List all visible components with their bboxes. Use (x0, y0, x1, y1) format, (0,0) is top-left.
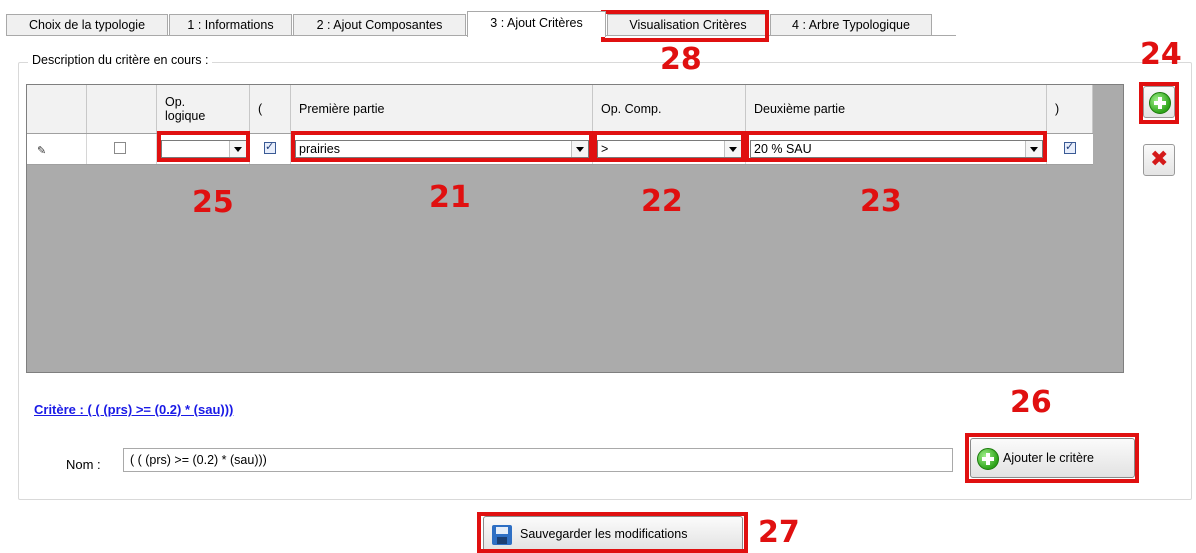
tab-arbre-typologique[interactable]: 4 : Arbre Typologique (770, 14, 932, 36)
open-paren-cell (250, 134, 291, 164)
grid-header: Op. logique ( Première partie Op. Comp. … (27, 85, 1093, 134)
criteria-grid[interactable]: Op. logique ( Première partie Op. Comp. … (26, 84, 1124, 373)
highlight-box-24 (1139, 82, 1179, 124)
row-select-checkbox[interactable] (114, 142, 126, 154)
tab-informations[interactable]: 1 : Informations (169, 14, 292, 36)
annotation-24: 24 (1140, 37, 1182, 72)
highlight-box-27 (477, 512, 748, 553)
header-deuxieme-partie[interactable]: Deuxième partie (746, 85, 1047, 133)
tab-choix-typologie[interactable]: Choix de la typologie (6, 14, 168, 36)
annotation-28: 28 (660, 42, 702, 77)
highlight-box-26 (965, 433, 1139, 483)
highlight-box-21 (291, 131, 593, 162)
header-premiere-partie[interactable]: Première partie (291, 85, 593, 133)
header-close-paren[interactable]: ) (1047, 85, 1093, 133)
row-indicator: ✎ (27, 134, 87, 164)
header-select (87, 85, 157, 133)
header-op-logique[interactable]: Op. logique (157, 85, 250, 133)
criterion-preview-link[interactable]: Critère : ( ( (prs) >= (0.2) * (sau))) (34, 402, 233, 417)
highlight-box-28 (601, 10, 769, 42)
annotation-22: 22 (641, 184, 683, 219)
annotation-25: 25 (192, 185, 234, 220)
header-open-paren[interactable]: ( (250, 85, 291, 133)
annotation-26: 26 (1010, 385, 1052, 420)
highlight-box-22 (593, 131, 745, 162)
pencil-icon: ✎ (37, 144, 47, 157)
group-title: Description du critère en cours : (28, 53, 213, 67)
row-select-cell (87, 134, 157, 164)
open-paren-checkbox[interactable] (264, 140, 276, 154)
close-paren-cell (1047, 134, 1093, 164)
header-op-comp[interactable]: Op. Comp. (593, 85, 746, 133)
annotation-27: 27 (758, 515, 800, 550)
nom-label: Nom : (66, 457, 101, 472)
annotation-23: 23 (860, 184, 902, 219)
nom-field[interactable]: ( ( (prs) >= (0.2) * (sau))) (123, 448, 953, 472)
highlight-box-25 (157, 131, 250, 162)
annotation-21: 21 (429, 180, 471, 215)
tab-ajout-criteres[interactable]: 3 : Ajout Critères (467, 11, 606, 37)
delete-row-button[interactable]: ✖ (1143, 144, 1175, 176)
tab-ajout-composantes[interactable]: 2 : Ajout Composantes (293, 14, 466, 36)
highlight-box-23 (745, 131, 1047, 162)
close-paren-checkbox[interactable] (1064, 140, 1076, 154)
delete-x-icon: ✖ (1150, 147, 1169, 172)
header-row-indicator (27, 85, 87, 133)
